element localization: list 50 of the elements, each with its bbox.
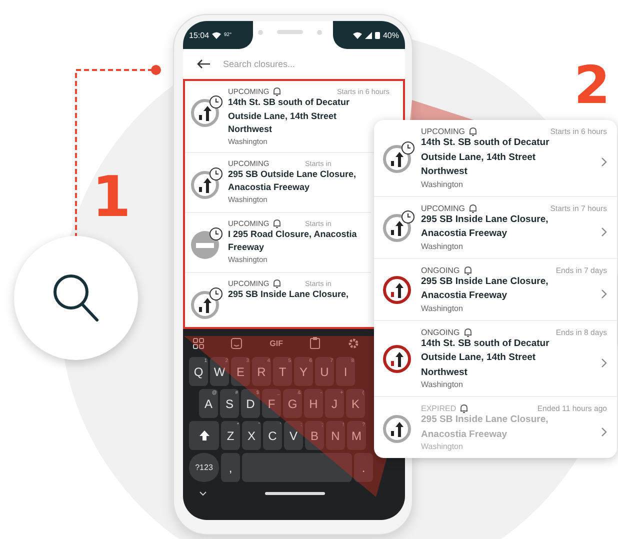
chevron-down-icon[interactable]: [199, 490, 207, 496]
period-key[interactable]: .: [354, 453, 373, 482]
battery-level: 40%: [382, 30, 399, 40]
city-name: Washington: [421, 442, 464, 451]
home-indicator[interactable]: [265, 492, 325, 494]
closure-title: 295 SB Outside Lane Closure, Anacostia Freeway: [228, 168, 358, 194]
wifi-icon: [212, 32, 222, 38]
speaker-grille: [277, 30, 304, 34]
clock-time: 15:04: [189, 30, 210, 40]
gif-button[interactable]: GIF: [270, 338, 283, 348]
clipboard-icon[interactable]: [310, 337, 320, 349]
status-label: UPCOMING: [421, 127, 465, 136]
search-icon: [51, 272, 101, 324]
status-label: EXPIRED: [421, 404, 456, 413]
closure-title: 295 SB Inside Lane Closure, Anacostia Freeway: [421, 274, 550, 303]
shift-key[interactable]: [189, 421, 219, 450]
status-label: ONGOING: [421, 328, 460, 336]
chevron-right-icon: [601, 157, 607, 168]
closure-title: 295 SB Inside Lane Closure, Anacostia Freeway: [421, 413, 550, 442]
grid-icon[interactable]: [193, 338, 204, 348]
closure-title: 295 SB Inside Lane Closure,: [228, 288, 350, 300]
status-label: UPCOMING: [421, 204, 465, 212]
closure-title: I 295 Road Closure, Anacostia Freeway: [228, 228, 358, 254]
city-name: Washington: [421, 304, 464, 312]
camera-dot: [258, 30, 264, 34]
chevron-right-icon: [601, 288, 607, 298]
city-name: Washington: [421, 180, 464, 188]
closure-title: 295 SB Inside Lane Closure, Anacostia Freeway: [421, 212, 550, 241]
chevron-right-icon: [601, 226, 607, 236]
chevron-right-icon: [601, 427, 607, 437]
battery-icon: [374, 31, 380, 39]
closure-title: 14th St. SB south of Decatur Outside Lane, 14th Street Northwest: [421, 136, 550, 179]
closure-title: 14th St. SB south of Decatur Outside Lane, 14th Street Northwest: [421, 336, 550, 380]
step-number: 1: [92, 170, 131, 226]
symbols-key[interactable]: ?123: [189, 453, 219, 482]
step-number: 2: [574, 60, 610, 112]
city-name: Washington: [421, 242, 464, 250]
search-field[interactable]: Search closures...: [223, 57, 395, 71]
closure-title: 14th St. SB south of Decatur Outside Lane, 14th Street Northwest: [228, 96, 351, 136]
shift-arrow-icon: [198, 430, 210, 441]
back-arrow-icon[interactable]: [197, 59, 211, 69]
settings-icon[interactable]: [348, 338, 359, 348]
chevron-right-icon: [601, 358, 607, 368]
camera-dot: [317, 30, 322, 34]
city-name: Washington: [421, 380, 464, 389]
sticker-icon[interactable]: [231, 338, 242, 348]
comma-key[interactable]: ,: [221, 453, 240, 482]
signal-icon: [364, 32, 372, 38]
wifi-icon: [352, 32, 362, 38]
status-label: ONGOING: [421, 266, 460, 274]
